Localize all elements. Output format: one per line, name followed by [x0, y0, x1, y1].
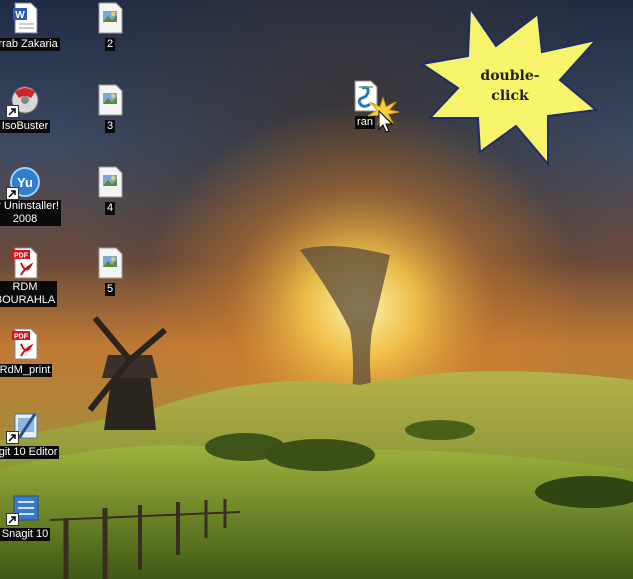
- shortcut-arrow-icon: [6, 187, 19, 200]
- desktop-icon-image-5[interactable]: 5: [71, 247, 149, 297]
- pdf-icon: PDF: [9, 247, 41, 279]
- desktop-icon-isobuster[interactable]: IsoBuster: [0, 84, 64, 134]
- desktop-icon-rdm-bourahla[interactable]: PDF RDM BOURAHLA: [0, 247, 64, 308]
- svg-text:PDF: PDF: [14, 334, 29, 341]
- shortcut-arrow-icon: [6, 431, 19, 444]
- image-file-icon: [94, 84, 126, 116]
- svg-text:W: W: [15, 10, 25, 21]
- icon-label: 2: [104, 38, 116, 51]
- desktop-icon-image-4[interactable]: 4: [71, 166, 149, 216]
- icon-label: agit 10 Editor: [0, 446, 60, 459]
- icon-label: RDM BOURAHLA: [0, 281, 58, 307]
- icon-label: arrab Zakaria: [0, 38, 60, 51]
- desktop-icon-arrab-zakaria[interactable]: W arrab Zakaria: [0, 2, 64, 52]
- icon-label: 3: [104, 120, 116, 133]
- desktop-icon-snagit[interactable]: Snagit 10: [0, 492, 64, 542]
- callout-text: double- click: [480, 68, 540, 104]
- snagit-icon: [6, 492, 41, 526]
- desktop-icon-rdm-print[interactable]: PDF RdM_print: [0, 328, 64, 378]
- desktop-icon-uninstaller[interactable]: Yu ur Uninstaller! 2008: [0, 166, 64, 227]
- mouse-pointer-icon: [378, 109, 394, 134]
- shortcut-arrow-icon: [6, 105, 19, 118]
- shortcut-arrow-icon: [6, 513, 19, 526]
- image-file-icon: [94, 166, 126, 198]
- isobuster-icon: [6, 84, 41, 118]
- svg-text:PDF: PDF: [14, 253, 29, 260]
- icon-label: IsoBuster: [0, 120, 51, 133]
- svg-text:Yu: Yu: [17, 175, 33, 190]
- desktop-icon-image-3[interactable]: 3: [71, 84, 149, 134]
- double-click-callout: double- click: [420, 6, 600, 168]
- pdf-icon: PDF: [9, 328, 41, 360]
- snagit-editor-icon: [6, 410, 41, 444]
- icon-label: RdM_print: [0, 364, 53, 377]
- image-file-icon: [94, 2, 126, 34]
- image-file-icon: [94, 247, 126, 279]
- desktop-icon-image-2[interactable]: 2: [71, 2, 149, 52]
- icon-label: ur Uninstaller! 2008: [0, 200, 61, 226]
- word-doc-icon: W: [9, 2, 41, 34]
- uninstaller-icon: Yu: [6, 166, 41, 200]
- icon-label: 5: [104, 283, 116, 296]
- icon-label: Snagit 10: [0, 528, 51, 541]
- icon-label: 4: [104, 202, 116, 215]
- desktop-icon-snagit-editor[interactable]: agit 10 Editor: [0, 410, 64, 460]
